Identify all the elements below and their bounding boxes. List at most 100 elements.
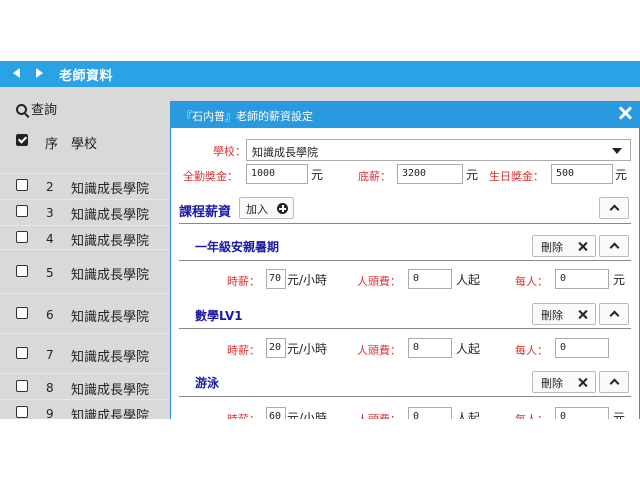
header-school: 學校 — [71, 137, 98, 152]
row-school: 知識成長學院 — [71, 383, 150, 398]
close-icon — [578, 242, 587, 251]
row-school: 知識成長學院 — [71, 310, 150, 325]
dialog-header: 『石内普』老師的薪資設定 — [171, 102, 639, 128]
close-icon — [578, 310, 587, 319]
search-button[interactable]: 查詢 — [16, 99, 57, 118]
school-label: 學校： — [213, 145, 246, 158]
search-label: 查詢 — [31, 103, 58, 118]
base-salary-label: 底薪： — [358, 170, 391, 183]
row-school: 知識成長學院 — [71, 234, 150, 249]
headcount-input[interactable]: 0 — [408, 269, 452, 289]
row-school: 知識成長學院 — [71, 182, 150, 197]
delete-course-button[interactable]: 刪除 — [532, 371, 596, 393]
close-icon[interactable] — [617, 105, 633, 121]
table-row[interactable]: 6 知識成長學院 — [0, 293, 170, 333]
headcount-unit: 人起 — [456, 342, 481, 356]
row-seq: 6 — [46, 308, 54, 322]
school-select[interactable]: 知識成長學院 — [246, 139, 631, 161]
delete-course-button[interactable]: 刪除 — [532, 235, 596, 257]
divider — [179, 223, 631, 224]
row-checkbox[interactable] — [16, 347, 28, 359]
per-person-input[interactable]: 0 — [555, 269, 609, 289]
row-seq: 5 — [46, 266, 54, 280]
dialog-title: 『石内普』老師的薪資設定 — [181, 110, 313, 123]
school-select-value: 知識成長學院 — [252, 146, 318, 159]
chevron-up-icon — [609, 204, 620, 215]
table-row[interactable]: 8 知識成長學院 — [0, 373, 170, 399]
headcount-input[interactable]: 0 — [408, 338, 452, 358]
row-school: 知識成長學院 — [71, 208, 150, 223]
hourly-label: 時薪： — [227, 275, 260, 288]
row-checkbox[interactable] — [16, 307, 28, 319]
table-row[interactable]: 2 知識成長學院 — [0, 173, 170, 199]
app-window: 老師資料 查詢 序 學校 2 知識成長學院 3 知識成長學院 4 知識成長學院 … — [0, 61, 640, 419]
nav-back-icon[interactable] — [13, 68, 20, 78]
hourly-rate-input[interactable]: 60 — [266, 407, 286, 419]
table-row[interactable]: 7 知識成長學院 — [0, 333, 170, 373]
attendance-bonus-label: 全勤獎金： — [183, 170, 238, 183]
per-person-label: 每人： — [515, 344, 548, 357]
divider — [179, 260, 631, 261]
table-row[interactable]: 4 知識成長學院 — [0, 225, 170, 249]
headcount-label: 人頭費： — [357, 411, 401, 419]
course-salary-title: 課程薪資 — [179, 205, 232, 220]
header-seq: 序 — [45, 137, 59, 152]
plus-icon — [277, 203, 288, 214]
per-person-input[interactable]: 0 — [555, 407, 609, 419]
row-school: 知識成長學院 — [71, 268, 150, 283]
delete-label: 刪除 — [541, 241, 563, 254]
add-course-button[interactable]: 加入 — [239, 197, 294, 219]
add-course-label: 加入 — [246, 203, 268, 216]
base-salary-input[interactable]: 3200 — [397, 164, 463, 184]
birthday-bonus-input[interactable]: 500 — [551, 164, 613, 184]
row-seq: 9 — [46, 407, 54, 419]
row-school: 知識成長學院 — [71, 350, 150, 365]
collapse-course-button[interactable] — [599, 303, 629, 325]
row-checkbox[interactable] — [16, 265, 28, 277]
row-checkbox[interactable] — [16, 179, 28, 191]
chevron-down-icon — [612, 148, 622, 154]
headcount-input[interactable]: 0 — [408, 407, 452, 419]
divider — [179, 396, 631, 397]
row-checkbox[interactable] — [16, 231, 28, 243]
hourly-rate-input[interactable]: 70 — [266, 269, 286, 289]
table-row[interactable]: 9 知識成長學院 — [0, 399, 170, 419]
collapse-all-button[interactable] — [599, 197, 629, 219]
page-title: 老師資料 — [59, 69, 114, 84]
chevron-up-icon — [609, 310, 620, 321]
hourly-rate-input[interactable]: 20 — [266, 338, 286, 358]
nav-forward-icon[interactable] — [36, 68, 43, 78]
select-all-checkbox[interactable] — [16, 134, 28, 146]
row-checkbox[interactable] — [16, 380, 28, 392]
per-person-input[interactable]: 0 — [555, 338, 609, 358]
course-name: 游泳 — [195, 376, 220, 390]
headcount-unit: 人起 — [456, 411, 481, 419]
hourly-unit: 元/小時 — [287, 411, 328, 419]
headcount-label: 人頭費： — [357, 344, 401, 357]
row-checkbox[interactable] — [16, 406, 28, 418]
per-person-label: 每人： — [515, 411, 548, 419]
table-row[interactable]: 5 知識成長學院 — [0, 249, 170, 293]
delete-label: 刪除 — [541, 309, 563, 322]
row-seq: 2 — [46, 180, 54, 194]
row-seq: 4 — [46, 232, 54, 246]
currency-unit: 元 — [466, 168, 479, 182]
hourly-label: 時薪： — [227, 344, 260, 357]
table-row[interactable]: 3 知識成長學院 — [0, 199, 170, 225]
top-bar: 老師資料 — [0, 61, 640, 87]
salary-settings-dialog: 『石内普』老師的薪資設定 學校： 知識成長學院 全勤獎金： 1000 元 底薪：… — [170, 101, 640, 419]
headcount-label: 人頭費： — [357, 275, 401, 288]
currency-unit: 元 — [615, 168, 628, 182]
attendance-bonus-input[interactable]: 1000 — [246, 164, 308, 184]
search-icon — [16, 104, 27, 115]
row-seq: 3 — [46, 206, 54, 220]
collapse-course-button[interactable] — [599, 235, 629, 257]
collapse-course-button[interactable] — [599, 371, 629, 393]
row-school: 知識成長學院 — [71, 409, 150, 419]
per-person-label: 每人： — [515, 275, 548, 288]
hourly-label: 時薪： — [227, 411, 260, 419]
row-checkbox[interactable] — [16, 205, 28, 217]
divider — [179, 328, 631, 329]
hourly-unit: 元/小時 — [287, 342, 328, 356]
delete-course-button[interactable]: 刪除 — [532, 303, 596, 325]
